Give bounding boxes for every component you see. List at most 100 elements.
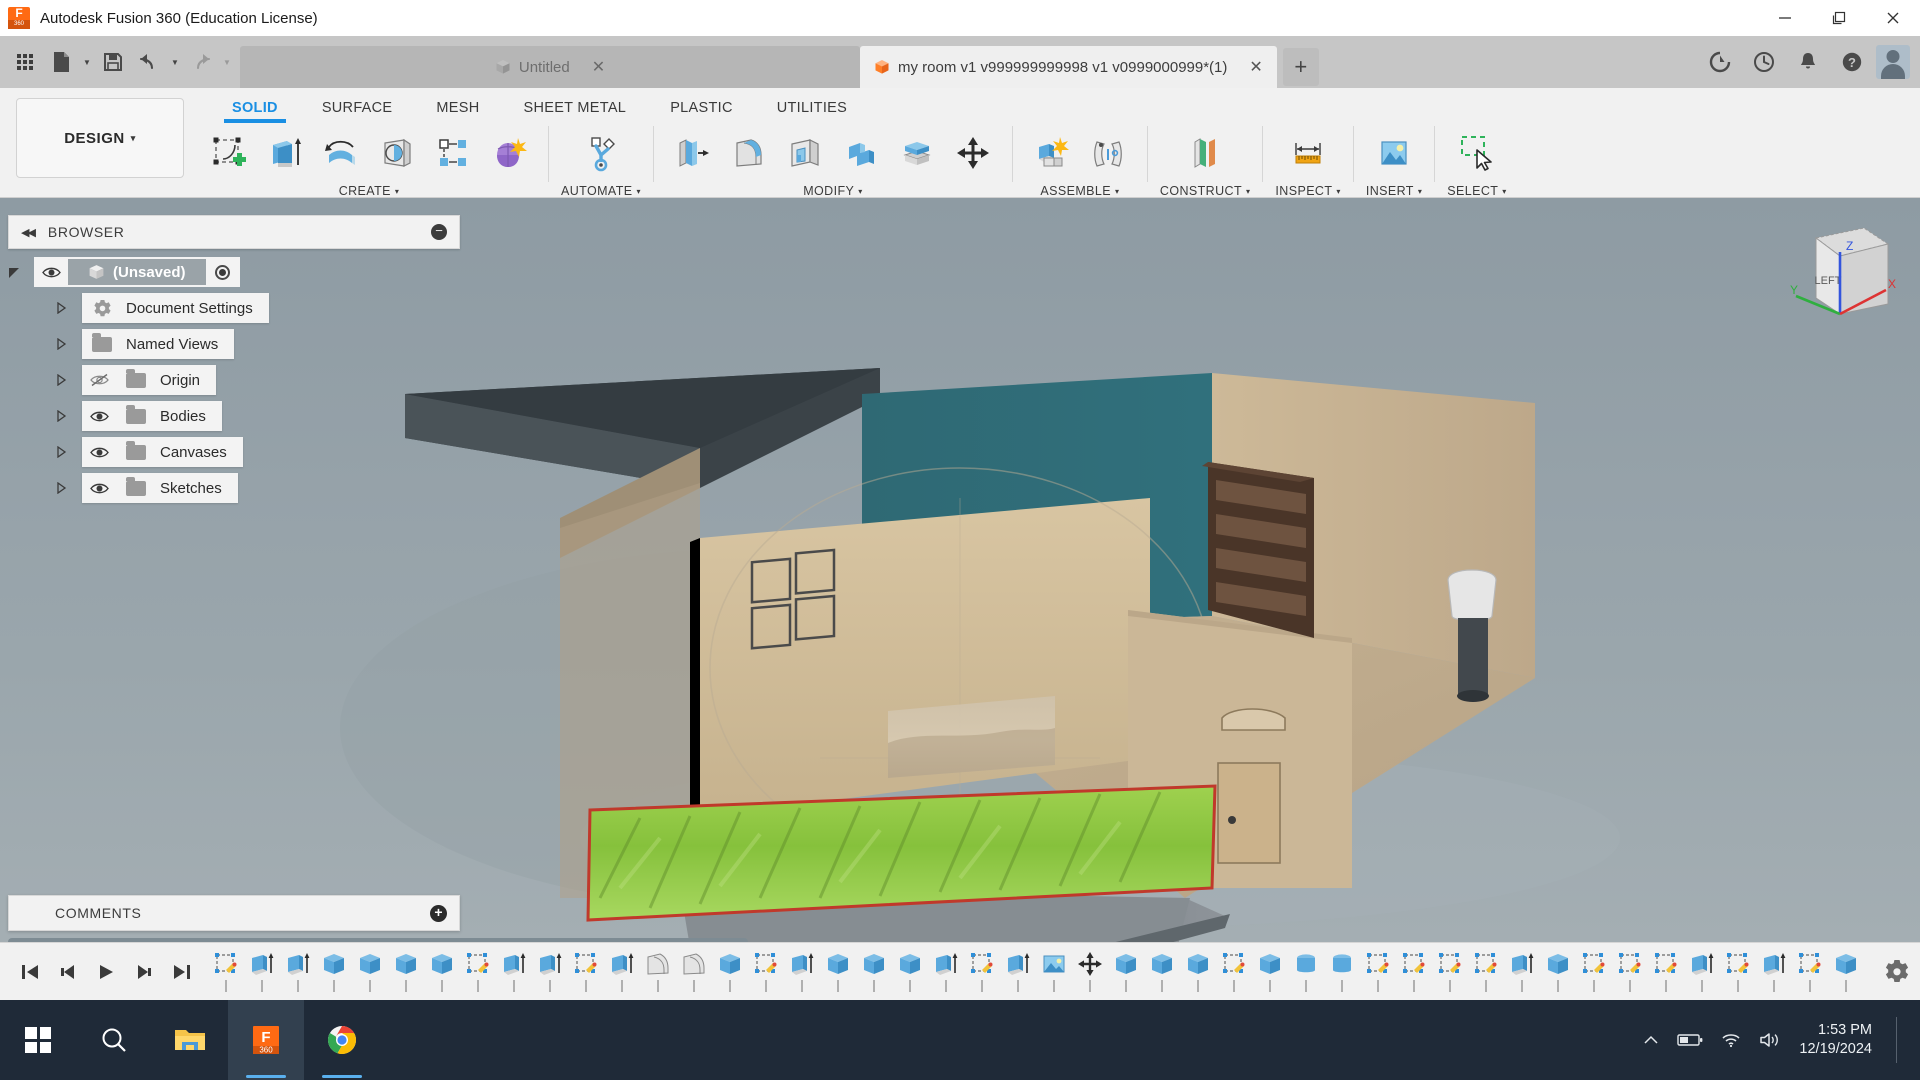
expand-arrow-icon[interactable] — [56, 446, 82, 458]
taskbar-clock[interactable]: 1:53 PM 12/19/2024 — [1799, 1021, 1872, 1059]
visibility-eye-hidden-icon[interactable] — [82, 365, 116, 395]
redo-caret-icon[interactable]: ▼ — [220, 45, 234, 79]
timeline-node-extrude[interactable] — [496, 946, 532, 998]
expand-arrow-icon[interactable] — [8, 266, 34, 279]
timeline-node-sketch[interactable] — [1576, 946, 1612, 998]
volume-icon[interactable] — [1759, 1031, 1781, 1049]
timeline-node-move[interactable] — [1072, 946, 1108, 998]
tree-row-sketches[interactable]: Sketches — [8, 473, 460, 503]
shell-icon[interactable] — [778, 126, 832, 180]
measure-icon[interactable] — [1281, 126, 1335, 180]
app-grid-icon[interactable] — [8, 45, 42, 79]
timeline-node-revolve[interactable] — [1288, 946, 1324, 998]
ribbon-group-label-automate[interactable]: AUTOMATE ▾ — [561, 184, 641, 198]
notifications-icon[interactable] — [1788, 42, 1828, 82]
timeline-node-sketch[interactable] — [568, 946, 604, 998]
timeline-node-sketch[interactable] — [1792, 946, 1828, 998]
ribbon-group-label-assemble[interactable]: ASSEMBLE ▾ — [1040, 184, 1119, 198]
timeline-node-sketch[interactable] — [1432, 946, 1468, 998]
fusion360-taskbar-icon[interactable]: F 360 — [228, 1000, 304, 1080]
visibility-eye-icon[interactable] — [82, 473, 116, 503]
play-icon[interactable] — [94, 960, 118, 984]
undo-caret-icon[interactable]: ▼ — [168, 45, 182, 79]
undo-icon[interactable] — [132, 45, 166, 79]
tree-row-origin[interactable]: Origin — [8, 365, 460, 395]
timeline-node-sketch[interactable] — [1648, 946, 1684, 998]
timeline-node-sketch[interactable] — [748, 946, 784, 998]
offset-face-icon[interactable] — [890, 126, 944, 180]
tree-row-canvases[interactable]: Canvases — [8, 437, 460, 467]
timeline-node-body[interactable] — [1108, 946, 1144, 998]
timeline-node-extrude[interactable] — [784, 946, 820, 998]
visibility-eye-icon[interactable] — [82, 401, 116, 431]
timeline-node-body[interactable] — [352, 946, 388, 998]
timeline-node-sketch[interactable] — [1720, 946, 1756, 998]
browser-minimize-icon[interactable]: − — [431, 224, 447, 240]
timeline-node-extrude[interactable] — [1684, 946, 1720, 998]
timeline-node-body[interactable] — [1180, 946, 1216, 998]
tab-utilities[interactable]: UTILITIES — [755, 94, 869, 120]
expand-arrow-icon[interactable] — [56, 410, 82, 422]
tab-solid[interactable]: SOLID — [210, 94, 300, 123]
expand-arrow-icon[interactable] — [56, 482, 82, 494]
timeline-node-sketch[interactable] — [964, 946, 1000, 998]
timeline-node-extrude[interactable] — [280, 946, 316, 998]
timeline-node-canvas[interactable] — [1036, 946, 1072, 998]
maximize-button[interactable] — [1812, 0, 1866, 36]
expand-arrow-icon[interactable] — [56, 374, 82, 386]
timeline-track[interactable] — [194, 943, 1874, 1001]
joint-icon[interactable] — [1081, 126, 1135, 180]
show-desktop-button[interactable] — [1896, 1017, 1904, 1063]
timeline-node-extrude[interactable] — [1000, 946, 1036, 998]
timeline-node-body[interactable] — [1252, 946, 1288, 998]
offset-plane-icon[interactable] — [1178, 126, 1232, 180]
save-icon[interactable] — [96, 45, 130, 79]
start-button[interactable] — [0, 1000, 76, 1080]
step-forward-icon[interactable] — [132, 960, 156, 984]
view-cube[interactable]: LEFT Z Y X — [1776, 216, 1906, 336]
ribbon-group-label-create[interactable]: CREATE ▾ — [339, 184, 400, 198]
activate-component-radio[interactable] — [206, 257, 240, 287]
timeline-node-extrude[interactable] — [244, 946, 280, 998]
chevron-up-icon[interactable] — [1643, 1034, 1659, 1046]
timeline-node-sketch[interactable] — [1396, 946, 1432, 998]
pattern-icon[interactable] — [426, 126, 480, 180]
select-window-icon[interactable] — [1450, 126, 1504, 180]
timeline-settings-gear-icon[interactable] — [1874, 959, 1920, 985]
timeline-node-fillet[interactable] — [676, 946, 712, 998]
timeline-node-sketch[interactable] — [1360, 946, 1396, 998]
insert-canvas-icon[interactable] — [1367, 126, 1421, 180]
ribbon-group-label-modify[interactable]: MODIFY ▾ — [803, 184, 862, 198]
new-file-caret-icon[interactable]: ▼ — [80, 45, 94, 79]
new-file-icon[interactable] — [44, 45, 78, 79]
new-component-icon[interactable] — [1025, 126, 1079, 180]
ribbon-group-label-inspect[interactable]: INSPECT ▾ — [1275, 184, 1340, 198]
timeline-node-extrude[interactable] — [532, 946, 568, 998]
revolve-icon[interactable] — [314, 126, 368, 180]
extrude-icon[interactable] — [258, 126, 312, 180]
jump-to-end-icon[interactable] — [170, 960, 194, 984]
add-comment-icon[interactable]: + — [430, 904, 447, 922]
visibility-eye-icon[interactable] — [82, 437, 116, 467]
automated-modeling-icon[interactable] — [574, 126, 628, 180]
file-explorer-icon[interactable] — [152, 1000, 228, 1080]
timeline-node-body[interactable] — [856, 946, 892, 998]
timeline-node-sketch[interactable] — [1612, 946, 1648, 998]
expand-arrow-icon[interactable] — [56, 302, 82, 314]
press-pull-icon[interactable] — [666, 126, 720, 180]
tree-row-document-settings[interactable]: Document Settings — [8, 293, 460, 323]
tab-surface[interactable]: SURFACE — [300, 94, 415, 120]
fillet-icon[interactable] — [722, 126, 776, 180]
timeline-node-body[interactable] — [820, 946, 856, 998]
timeline-node-body[interactable] — [424, 946, 460, 998]
form-icon[interactable] — [482, 126, 536, 180]
help-icon[interactable]: ? — [1832, 42, 1872, 82]
account-avatar[interactable] — [1876, 45, 1910, 79]
tree-row-root[interactable]: (Unsaved) — [8, 257, 460, 287]
comments-panel[interactable]: COMMENTS + — [8, 895, 460, 931]
timeline-node-sketch[interactable] — [460, 946, 496, 998]
search-icon[interactable] — [76, 1000, 152, 1080]
timeline-node-sketch[interactable] — [1216, 946, 1252, 998]
document-tab-close-icon[interactable]: ✕ — [1249, 57, 1262, 77]
minimize-button[interactable] — [1758, 0, 1812, 36]
